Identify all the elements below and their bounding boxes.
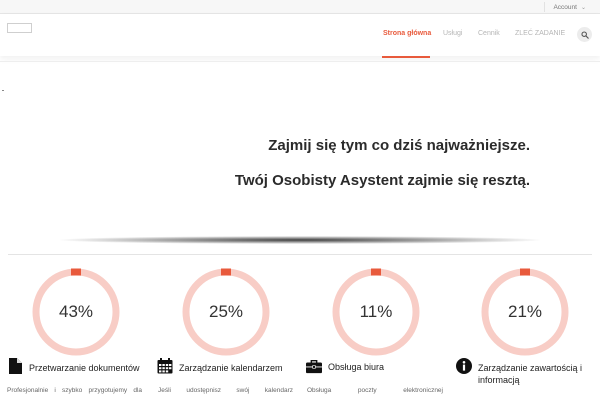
account-label: Account: [553, 3, 577, 11]
hero-shadow: [60, 236, 540, 244]
search-icon: [580, 30, 589, 39]
stat-ring: 21%: [481, 268, 569, 356]
nav-item-pricing[interactable]: Cennik: [478, 30, 500, 37]
stat-value: 25%: [208, 302, 244, 321]
stat-value: 11%: [359, 302, 393, 321]
feature-title: Zarządzanie kalendarzem: [179, 363, 283, 373]
active-nav-indicator: [382, 56, 430, 58]
hero-marker: [2, 90, 4, 91]
feature-office-service: Obsługa biura: [306, 358, 456, 374]
feature-description: Obsługa poczty elektronicznej: [307, 387, 443, 394]
chevron-down-icon: ⌄: [580, 4, 586, 11]
feature-description: Profesjonalnie i szybko przygotujemy dla: [7, 387, 142, 394]
info-icon: [456, 358, 472, 374]
main-nav: Strona główna Usługi Cennik ZLEĆ ZADANIE: [0, 14, 600, 56]
nav-item-services[interactable]: Usługi: [443, 30, 462, 37]
hero-headline: Zajmij się tym co dziś najważniejsze.: [268, 137, 530, 154]
search-button[interactable]: [577, 27, 592, 42]
document-icon: [7, 358, 23, 374]
stat-ring: 11%: [332, 268, 420, 356]
calendar-icon: [157, 358, 173, 374]
account-menu[interactable]: Account ⌄: [544, 2, 586, 12]
hero-top-border: [0, 61, 600, 62]
stat-value: 43%: [58, 302, 94, 321]
nav-item-order-task[interactable]: ZLEĆ ZADANIE: [515, 30, 565, 37]
section-divider: [8, 254, 592, 255]
stat-ring: 25%: [182, 268, 270, 356]
nav-item-home[interactable]: Strona główna: [383, 30, 431, 37]
site-header: Strona główna Usługi Cennik ZLEĆ ZADANIE: [0, 14, 600, 58]
briefcase-icon: [306, 358, 322, 374]
feature-description: Jeśli udostępnisz swój kalendarz: [158, 387, 293, 394]
hero-subheadline: Twój Osobisty Asystent zajmie się resztą…: [234, 172, 530, 189]
feature-document-processing: Przetwarzanie dokumentów: [7, 358, 157, 374]
feature-title: Obsługa biura: [328, 362, 385, 372]
feature-content-management: Zarządzanie zawartością i informacją: [456, 358, 596, 386]
feature-title: Zarządzanie zawartością i informacją: [478, 363, 583, 385]
feature-title: Przetwarzanie dokumentów: [29, 363, 140, 373]
top-utility-bar: Account ⌄: [0, 0, 600, 14]
stat-value: 21%: [507, 302, 543, 321]
feature-calendar-management: Zarządzanie kalendarzem: [157, 358, 307, 374]
stat-ring: 43%: [32, 268, 120, 356]
